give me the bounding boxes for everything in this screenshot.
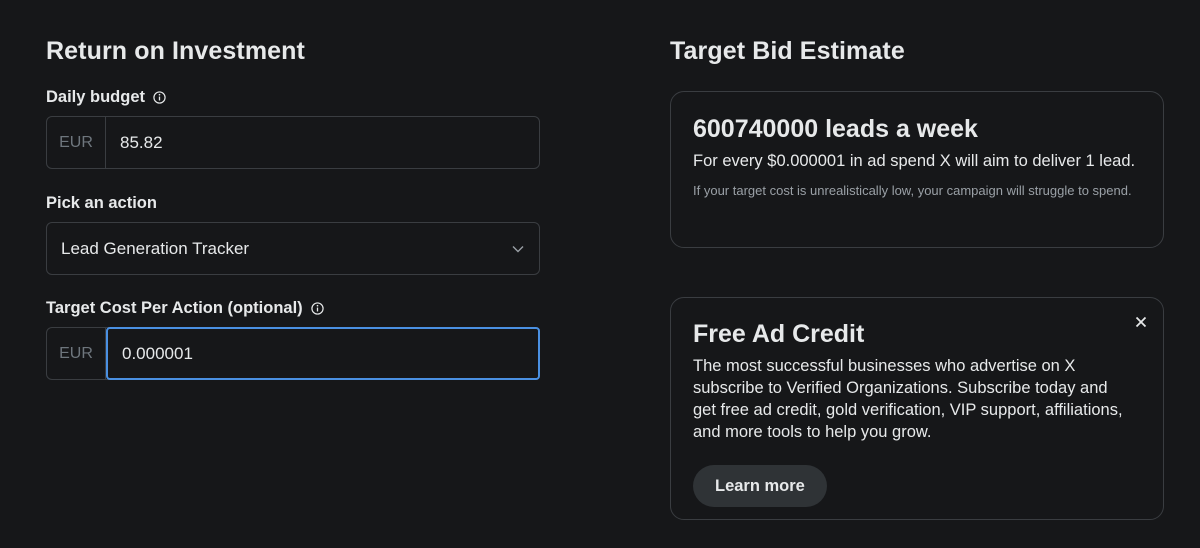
estimate-body: For every $0.000001 in ad spend X will a… <box>693 152 1136 170</box>
daily-budget-currency: EUR <box>47 117 106 168</box>
estimate-headline: 600740000 leads a week <box>693 115 978 143</box>
learn-more-button[interactable]: Learn more <box>693 465 827 507</box>
page: Return on Investment Daily budget EUR Pi… <box>0 0 1200 548</box>
daily-budget-input-wrap <box>106 117 539 168</box>
info-icon[interactable] <box>310 301 324 315</box>
promo-card: Free Ad Credit The most successful busin… <box>670 297 1164 520</box>
target-cost-field: EUR <box>46 327 540 380</box>
daily-budget-input[interactable] <box>106 132 539 153</box>
info-icon[interactable] <box>153 90 166 104</box>
estimate-title: Target Bid Estimate <box>670 37 905 65</box>
chevron-down-icon <box>512 245 524 252</box>
roi-title: Return on Investment <box>46 37 305 65</box>
pick-action-label: Pick an action <box>46 194 157 212</box>
target-cost-label: Target Cost Per Action (optional) <box>46 298 324 318</box>
estimate-card: 600740000 leads a week For every $0.0000… <box>670 91 1164 248</box>
target-cost-input-wrap <box>106 327 540 380</box>
action-select[interactable]: Lead Generation Tracker <box>46 222 540 275</box>
target-cost-input[interactable] <box>108 343 538 364</box>
promo-body: The most successful businesses who adver… <box>693 357 1123 441</box>
action-select-value: Lead Generation Tracker <box>61 238 250 258</box>
estimate-note: If your target cost is unrealistically l… <box>693 183 1132 198</box>
daily-budget-field: EUR <box>46 116 540 169</box>
target-cost-currency: EUR <box>47 328 106 379</box>
daily-budget-label-text: Daily budget <box>46 88 146 106</box>
target-cost-label-text: Target Cost Per Action (optional) <box>46 299 303 317</box>
promo-title: Free Ad Credit <box>693 320 865 348</box>
close-icon[interactable] <box>1133 314 1149 330</box>
daily-budget-label: Daily budget <box>46 87 166 107</box>
